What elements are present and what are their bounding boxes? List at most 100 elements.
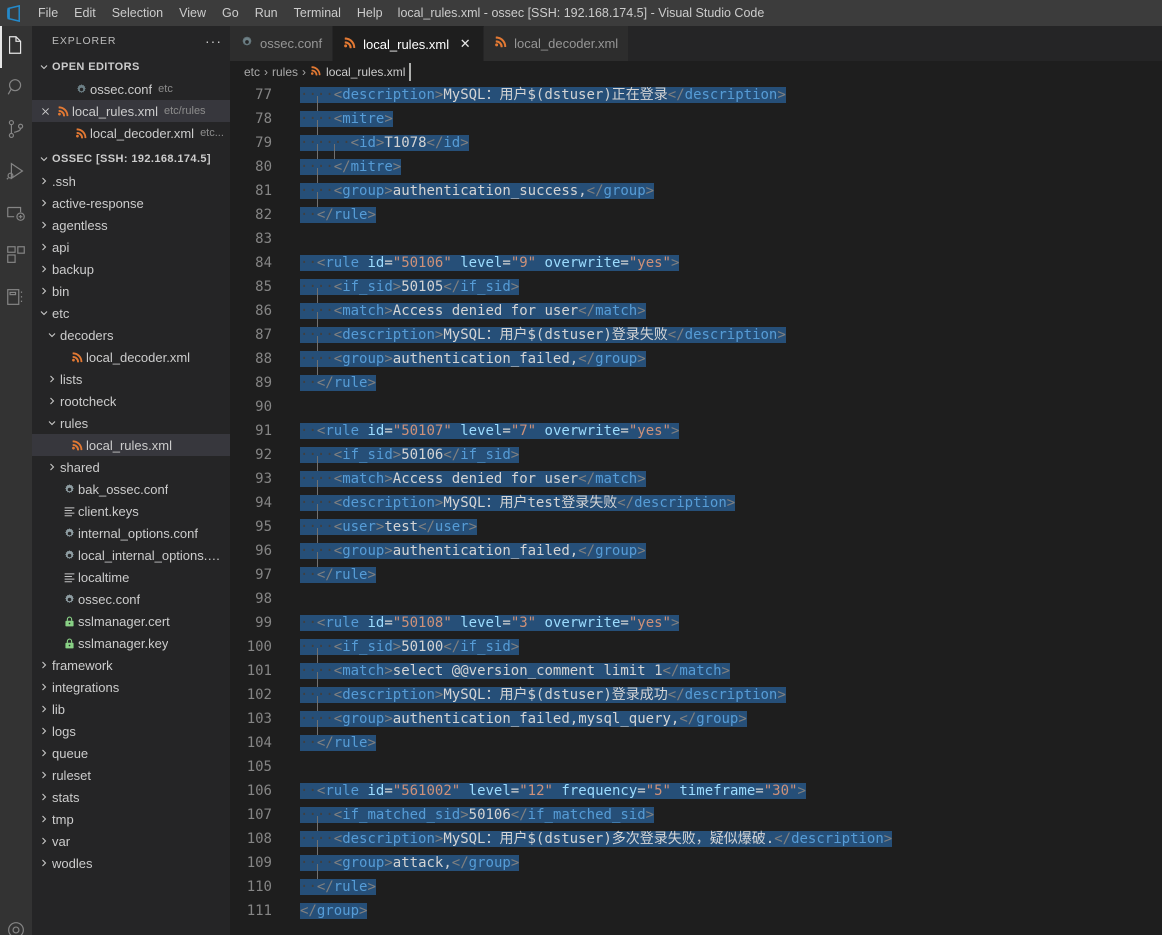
tab-local-decoder-xml[interactable]: local_decoder.xml xyxy=(484,26,630,61)
code-line[interactable]: ····<if_sid>50100</if_sid> xyxy=(300,635,1162,672)
code-line[interactable]: ····<group>authentication_success,</grou… xyxy=(300,179,1162,216)
activitybar-search[interactable] xyxy=(0,68,32,110)
tree-item-etc[interactable]: etc xyxy=(32,302,230,324)
tree-item-bak-ossec-conf[interactable]: bak_ossec.conf xyxy=(32,478,230,500)
code-line[interactable]: ····<match>select @@version_comment limi… xyxy=(300,659,1162,696)
breadcrumb-item-rules[interactable]: rules xyxy=(272,65,298,79)
code-line[interactable]: ··<rule id="50108" level="3" overwrite="… xyxy=(300,611,1162,635)
code-line[interactable]: ····<description>MySQL：用户$(dstuser)多次登录失… xyxy=(300,827,1162,864)
activitybar-run-and-debug[interactable] xyxy=(0,152,32,194)
tree-item-lists[interactable]: lists xyxy=(32,368,230,390)
tree-item-queue[interactable]: queue xyxy=(32,742,230,764)
code-line[interactable]: </group> xyxy=(300,899,1162,923)
tree-item-client-keys[interactable]: client.keys xyxy=(32,500,230,522)
tree-item-ossec-conf[interactable]: ossec.conf xyxy=(32,588,230,610)
tab-close-icon[interactable]: ✕ xyxy=(457,36,473,52)
code-line[interactable]: ··<rule id="50107" level="7" overwrite="… xyxy=(300,419,1162,443)
code-line[interactable]: ··</rule> xyxy=(300,371,1162,395)
code-line[interactable]: ····<description>MySQL：用户$(dstuser)正在登录<… xyxy=(300,83,1162,120)
tree-item-api[interactable]: api xyxy=(32,236,230,258)
tree-item-shared[interactable]: shared xyxy=(32,456,230,478)
activitybar-source-control[interactable] xyxy=(0,110,32,152)
code-line[interactable]: ··</rule> xyxy=(300,563,1162,587)
code-line[interactable]: ····</mitre> xyxy=(300,155,1162,192)
activitybar-testing[interactable] xyxy=(0,278,32,320)
code-line[interactable]: ··</rule> xyxy=(300,731,1162,755)
code-line[interactable]: ··</rule> xyxy=(300,875,1162,899)
tree-item-decoders[interactable]: decoders xyxy=(32,324,230,346)
tree-item-framework[interactable]: framework xyxy=(32,654,230,676)
breadcrumb-item-etc[interactable]: etc xyxy=(244,65,260,79)
tree-item-rules[interactable]: rules xyxy=(32,412,230,434)
code-line[interactable]: ····<match>Access denied for user</match… xyxy=(300,467,1162,504)
code-line[interactable]: ····<if_sid>50105</if_sid> xyxy=(300,275,1162,312)
tree-item-local-rules-xml[interactable]: local_rules.xml xyxy=(32,434,230,456)
tree-item-tmp[interactable]: tmp xyxy=(32,808,230,830)
tab-local-rules-xml[interactable]: local_rules.xml ✕ xyxy=(333,26,485,61)
tree-item-logs[interactable]: logs xyxy=(32,720,230,742)
code-line[interactable]: ····<if_sid>50106</if_sid> xyxy=(300,443,1162,480)
code-content[interactable]: ····<description>MySQL：用户$(dstuser)正在登录<… xyxy=(292,83,1162,935)
open-editor-local-rules-xml[interactable]: local_rules.xml etc/rules xyxy=(32,100,230,122)
tree-item-lib[interactable]: lib xyxy=(32,698,230,720)
menu-terminal[interactable]: Terminal xyxy=(286,0,349,26)
code-line[interactable]: ··</rule> xyxy=(300,203,1162,227)
tree-item--ssh[interactable]: .ssh xyxy=(32,170,230,192)
menu-file[interactable]: File xyxy=(30,0,66,26)
tree-item-integrations[interactable]: integrations xyxy=(32,676,230,698)
tree-item-sslmanager-key[interactable]: sslmanager.key xyxy=(32,632,230,654)
tree-item-var[interactable]: var xyxy=(32,830,230,852)
activitybar-remote-explorer[interactable] xyxy=(0,194,32,236)
section-workspace[interactable]: OSSEC [SSH: 192.168.174.5] xyxy=(32,148,230,170)
code-line[interactable]: ··<rule id="561002" level="12" frequency… xyxy=(300,779,1162,803)
code-line[interactable]: ····<description>MySQL：用户$(dstuser)登录成功<… xyxy=(300,683,1162,720)
code-line[interactable]: ····<description>MySQL：用户test登录失败</descr… xyxy=(300,491,1162,528)
menu-go[interactable]: Go xyxy=(214,0,247,26)
tree-item-rootcheck[interactable]: rootcheck xyxy=(32,390,230,412)
code-line[interactable]: ····<user>test</user> xyxy=(300,515,1162,552)
menu-run[interactable]: Run xyxy=(247,0,286,26)
section-open-editors[interactable]: OPEN EDITORS xyxy=(32,56,230,78)
code-line[interactable]: ······<id>T1078</id> xyxy=(300,131,1162,168)
activitybar-manage[interactable] xyxy=(0,901,32,935)
code-line[interactable]: ····<match>Access denied for user</match… xyxy=(300,299,1162,336)
tree-item-ruleset[interactable]: ruleset xyxy=(32,764,230,786)
code-line[interactable]: ····<description>MySQL：用户$(dstuser)登录失败<… xyxy=(300,323,1162,360)
code-line[interactable] xyxy=(300,227,1162,251)
menubar[interactable]: File Edit Selection View Go Run Terminal… xyxy=(30,0,391,26)
close-icon[interactable] xyxy=(36,106,54,117)
menu-edit[interactable]: Edit xyxy=(66,0,104,26)
tree-item-localtime[interactable]: localtime xyxy=(32,566,230,588)
code-line[interactable]: ··<rule id="50106" level="9" overwrite="… xyxy=(300,251,1162,275)
code-line[interactable]: ····<mitre> xyxy=(300,107,1162,144)
tree-item-sslmanager-cert[interactable]: sslmanager.cert xyxy=(32,610,230,632)
tree-item-local-decoder-xml[interactable]: local_decoder.xml xyxy=(32,346,230,368)
activitybar-explorer[interactable] xyxy=(0,26,32,68)
code-line[interactable]: ····<if_matched_sid>50106</if_matched_si… xyxy=(300,803,1162,840)
tree-item-backup[interactable]: backup xyxy=(32,258,230,280)
breadcrumb-item-file[interactable]: local_rules.xml xyxy=(310,63,412,81)
open-editor-ossec-conf[interactable]: ossec.conf etc xyxy=(32,78,230,100)
code-line[interactable]: ····<group>authentication_failed,mysql_q… xyxy=(300,707,1162,744)
sidebar-more-actions-icon[interactable]: ··· xyxy=(205,34,222,48)
tab-ossec-conf[interactable]: ossec.conf xyxy=(230,26,334,61)
menu-help[interactable]: Help xyxy=(349,0,391,26)
code-line[interactable] xyxy=(300,395,1162,419)
tree-item-wodles[interactable]: wodles xyxy=(32,852,230,874)
tree-item-active-response[interactable]: active-response xyxy=(32,192,230,214)
code-editor[interactable]: 77 78 79 80 81 82 83 84 85 86 87 88 89 90 91 92 93 94 95 96… xyxy=(230,83,1162,935)
menu-selection[interactable]: Selection xyxy=(104,0,171,26)
tree-item-internal-options-conf[interactable]: internal_options.conf xyxy=(32,522,230,544)
code-line[interactable]: ····<group>attack,</group> xyxy=(300,851,1162,888)
tree-item-local-internal-options-conf[interactable]: local_internal_options.conf xyxy=(32,544,230,566)
tree-item-stats[interactable]: stats xyxy=(32,786,230,808)
activitybar-extensions[interactable] xyxy=(0,236,32,278)
code-line[interactable] xyxy=(300,755,1162,779)
tree-item-bin[interactable]: bin xyxy=(32,280,230,302)
code-line[interactable] xyxy=(300,587,1162,611)
code-line[interactable]: ····<group>authentication_failed,</group… xyxy=(300,539,1162,576)
menu-view[interactable]: View xyxy=(171,0,214,26)
open-editor-local-decoder-xml[interactable]: local_decoder.xml etc... xyxy=(32,122,230,144)
code-line[interactable]: ····<group>authentication_failed,</group… xyxy=(300,347,1162,384)
tree-item-agentless[interactable]: agentless xyxy=(32,214,230,236)
